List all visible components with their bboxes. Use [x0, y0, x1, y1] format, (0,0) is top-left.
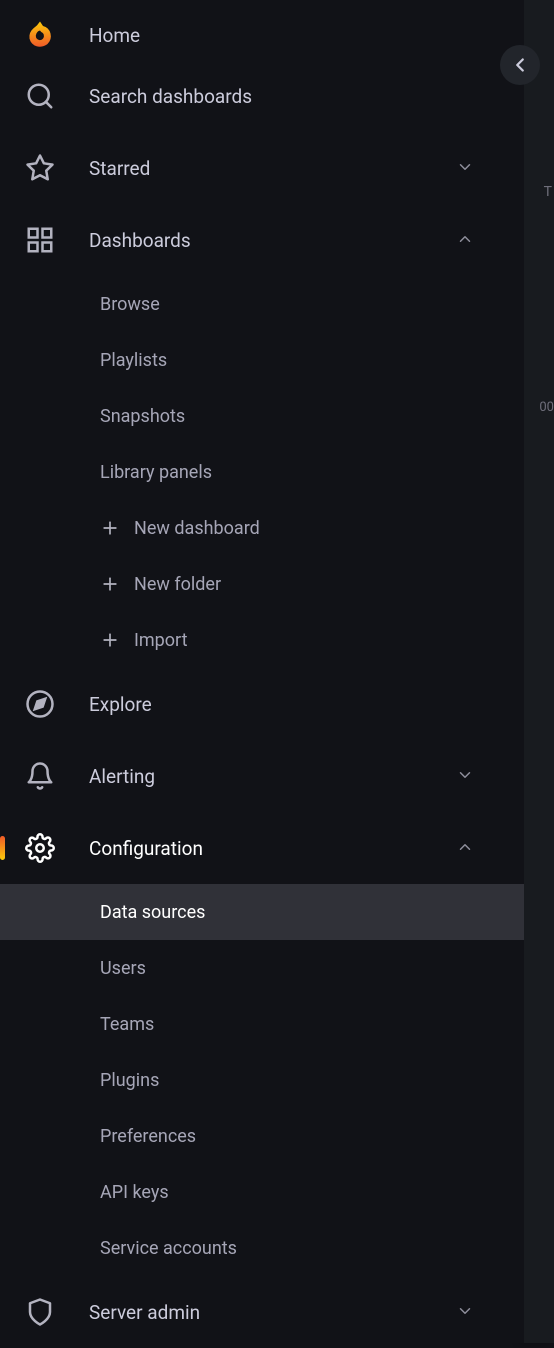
peek-text-mid: 00 — [539, 400, 554, 415]
nav-dashboards-label: Dashboards — [89, 229, 456, 252]
sub-label: Snapshots — [100, 406, 185, 427]
sub-label: Playlists — [100, 350, 167, 371]
nav-dashboards[interactable]: Dashboards — [0, 204, 524, 276]
sub-label: Plugins — [100, 1070, 159, 1091]
nav-dashboards-snapshots[interactable]: Snapshots — [0, 388, 524, 444]
sub-label: Data sources — [100, 902, 205, 923]
nav-server-admin-label: Server admin — [89, 1301, 456, 1324]
nav-new-folder[interactable]: New folder — [0, 556, 524, 612]
sub-label: Service accounts — [100, 1238, 237, 1259]
nav-dashboards-playlists[interactable]: Playlists — [0, 332, 524, 388]
nav-config-teams[interactable]: Teams — [0, 996, 524, 1052]
nav-starred[interactable]: Starred — [0, 132, 524, 204]
nav-import[interactable]: Import — [0, 612, 524, 668]
nav-config-api-keys[interactable]: API keys — [0, 1164, 524, 1220]
sub-label: Library panels — [100, 462, 212, 483]
bell-icon — [24, 760, 56, 792]
nav-config-plugins[interactable]: Plugins — [0, 1052, 524, 1108]
chevron-down-icon — [456, 158, 476, 178]
dashboard-grid-icon — [24, 224, 56, 256]
nav-config-data-sources[interactable]: Data sources — [0, 884, 524, 940]
collapse-sidebar-button[interactable] — [500, 45, 540, 85]
sub-label: Teams — [100, 1014, 154, 1035]
star-icon — [24, 152, 56, 184]
nav-new-dashboard[interactable]: New dashboard — [0, 500, 524, 556]
chevron-up-icon — [456, 230, 476, 250]
gear-icon — [24, 832, 56, 864]
nav-home-label: Home — [89, 24, 524, 47]
search-icon — [24, 80, 56, 112]
nav-explore[interactable]: Explore — [0, 668, 524, 740]
sidebar-nav: Home Search dashboards Starred — [0, 0, 524, 1343]
chevron-down-icon — [456, 766, 476, 786]
sub-label: Users — [100, 958, 146, 979]
nav-dashboards-library-panels[interactable]: Library panels — [0, 444, 524, 500]
grafana-logo-icon — [24, 19, 56, 51]
nav-dashboards-browse[interactable]: Browse — [0, 276, 524, 332]
sub-label: New dashboard — [134, 518, 260, 539]
compass-icon — [24, 688, 56, 720]
plus-icon — [100, 630, 120, 650]
sub-label: Preferences — [100, 1126, 196, 1147]
nav-alerting[interactable]: Alerting — [0, 740, 524, 812]
nav-starred-label: Starred — [89, 157, 456, 180]
chevron-left-icon — [509, 54, 531, 76]
shield-icon — [24, 1296, 56, 1328]
nav-server-admin[interactable]: Server admin — [0, 1276, 524, 1348]
nav-configuration-label: Configuration — [89, 837, 456, 860]
nav-config-preferences[interactable]: Preferences — [0, 1108, 524, 1164]
sub-label: New folder — [134, 574, 221, 595]
sub-label: Import — [134, 630, 187, 651]
nav-explore-label: Explore — [89, 693, 524, 716]
sub-label: API keys — [100, 1182, 169, 1203]
nav-config-users[interactable]: Users — [0, 940, 524, 996]
plus-icon — [100, 518, 120, 538]
plus-icon — [100, 574, 120, 594]
chevron-down-icon — [456, 1302, 476, 1322]
nav-alerting-label: Alerting — [89, 765, 456, 788]
peek-text-top: T — [544, 184, 552, 200]
nav-home[interactable]: Home — [0, 0, 524, 60]
nav-configuration[interactable]: Configuration — [0, 812, 524, 884]
nav-search[interactable]: Search dashboards — [0, 60, 524, 132]
chevron-up-icon — [456, 838, 476, 858]
nav-search-label: Search dashboards — [89, 85, 524, 108]
sub-label: Browse — [100, 294, 160, 315]
nav-config-service-accounts[interactable]: Service accounts — [0, 1220, 524, 1276]
